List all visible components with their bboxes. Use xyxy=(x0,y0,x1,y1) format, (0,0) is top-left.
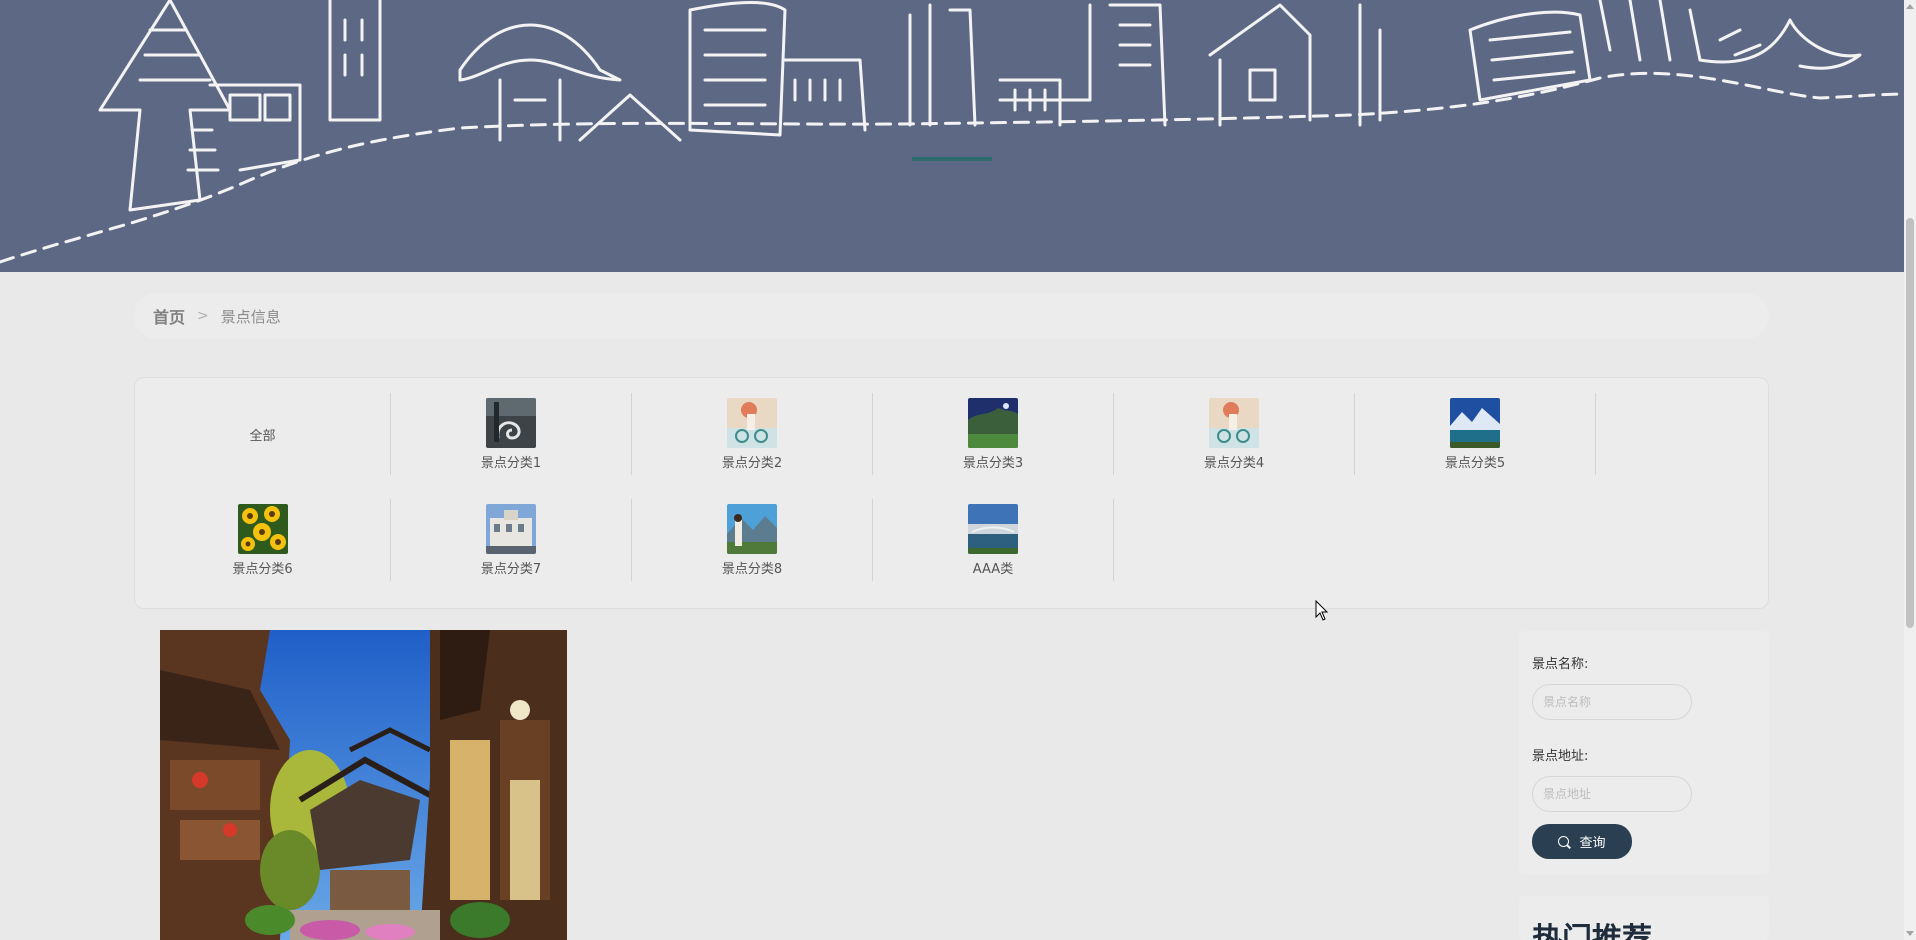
category-row: 景点分类6 景点分类7 景点分类8 AAA类 xyxy=(135,499,1114,581)
girl-bicycle-thumbnail xyxy=(727,397,777,448)
attraction-card-image[interactable] xyxy=(160,630,567,940)
category-item[interactable]: 景点分类6 xyxy=(135,499,391,581)
category-label: 景点分类2 xyxy=(721,455,783,471)
mountain-lake-thumbnail xyxy=(1450,397,1500,448)
hero-banner xyxy=(0,0,1904,272)
category-label: 全部 xyxy=(249,428,276,444)
girl-bicycle-thumbnail xyxy=(1209,397,1259,448)
page-scrollbar[interactable] xyxy=(1904,0,1916,940)
category-label: AAA类 xyxy=(972,561,1014,577)
category-label: 景点分类7 xyxy=(480,561,542,577)
scroll-up-arrow-icon[interactable] xyxy=(1906,4,1914,9)
category-label: 景点分类8 xyxy=(721,561,783,577)
search-button-label: 查询 xyxy=(1579,836,1606,851)
breadcrumb-current: 景点信息 xyxy=(220,307,281,326)
category-label: 景点分类6 xyxy=(232,561,293,577)
waterfront-thumbnail xyxy=(968,503,1018,554)
carousel-indicator[interactable] xyxy=(912,157,992,161)
girl-mountains-thumbnail xyxy=(727,503,777,554)
category-label: 景点分类1 xyxy=(480,455,542,471)
hot-recommendations-title: 热门推荐 xyxy=(1532,922,1652,940)
address-field-label: 景点地址: xyxy=(1532,749,1589,764)
search-icon xyxy=(1558,836,1570,847)
category-label: 景点分类5 xyxy=(1444,455,1506,471)
mouse-cursor-icon xyxy=(1315,600,1329,621)
name-field-label: 景点名称: xyxy=(1532,657,1589,672)
night-landscape-thumbnail xyxy=(968,397,1018,448)
category-item[interactable]: 景点分类2 xyxy=(632,393,873,475)
category-item[interactable]: 景点分类3 xyxy=(873,393,1114,475)
category-label: 景点分类3 xyxy=(962,455,1024,471)
stone-sculpture-thumbnail xyxy=(486,397,536,448)
category-label: 景点分类4 xyxy=(1203,455,1265,471)
search-button[interactable]: 查询 xyxy=(1532,824,1632,859)
category-item[interactable]: 景点分类5 xyxy=(1355,393,1596,475)
scroll-down-arrow-icon[interactable] xyxy=(1906,931,1914,936)
breadcrumb-home-link[interactable]: 首页 xyxy=(153,304,185,328)
search-panel: 景点名称: 景点地址: 查询 xyxy=(1519,631,1769,874)
category-item[interactable]: 景点分类7 xyxy=(391,499,632,581)
hot-recommendations-panel: 热门推荐 xyxy=(1519,896,1769,940)
category-item[interactable]: AAA类 xyxy=(873,499,1114,581)
scrollbar-thumb[interactable] xyxy=(1906,218,1914,628)
breadcrumb: 首页 > 景点信息 xyxy=(134,293,1769,339)
category-item[interactable]: 景点分类1 xyxy=(391,393,632,475)
attraction-name-input[interactable] xyxy=(1532,684,1692,720)
category-item[interactable]: 景点分类8 xyxy=(632,499,873,581)
category-item-all[interactable]: 全部 xyxy=(135,393,391,475)
ancient-town-street-image xyxy=(160,630,567,940)
sunflowers-thumbnail xyxy=(237,503,288,554)
breadcrumb-separator: > xyxy=(197,308,209,324)
city-sketch-illustration xyxy=(0,0,1904,264)
category-filter-panel: 全部 景点分类1 景点分类2 景点分类3 景点分类4 景点分类5 景点分类6 景… xyxy=(134,377,1769,609)
category-row: 全部 景点分类1 景点分类2 景点分类3 景点分类4 景点分类5 xyxy=(135,393,1596,475)
city-building-thumbnail xyxy=(486,503,536,554)
category-item[interactable]: 景点分类4 xyxy=(1114,393,1355,475)
attraction-address-input[interactable] xyxy=(1532,776,1692,812)
